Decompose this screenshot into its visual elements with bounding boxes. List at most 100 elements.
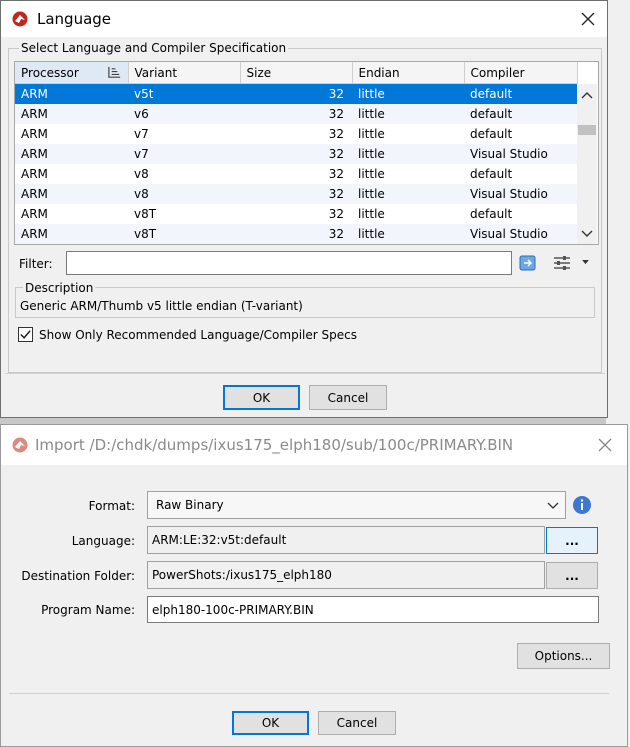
- recommended-checkbox-label[interactable]: Show Only Recommended Language/Compiler …: [39, 328, 357, 342]
- chevron-down-icon: [547, 502, 559, 509]
- description-label: Description: [23, 281, 96, 295]
- language-browse-button[interactable]: ...: [546, 527, 598, 554]
- select-language-label: Select Language and Compiler Specificati…: [19, 41, 289, 55]
- filter-label: Filter:: [19, 257, 53, 271]
- scroll-up-icon[interactable]: [581, 91, 593, 99]
- cell-variant: v8: [134, 167, 149, 181]
- language-divider: [5, 373, 605, 374]
- import-dialog: Import /D:/chdk/dumps/ixus175_elph180/su…: [0, 424, 628, 747]
- col-compiler-label: Compiler: [470, 65, 525, 80]
- cell-variant: v8T: [134, 207, 157, 221]
- import-cancel-label: Cancel: [336, 716, 378, 730]
- options-button[interactable]: Options...: [517, 643, 610, 669]
- cell-variant: v8: [128, 184, 240, 204]
- table-header: Processor Variant Size Endian Compiler: [15, 62, 578, 84]
- cell-endian: little: [358, 127, 385, 141]
- import-cancel-button[interactable]: Cancel: [318, 711, 396, 735]
- scroll-thumb[interactable]: [578, 125, 596, 135]
- table-row[interactable]: ARM v8T 32 little Visual Studio: [15, 224, 577, 244]
- language-titlebar: Language: [1, 1, 607, 37]
- col-variant-label: Variant: [134, 65, 178, 80]
- cell-endian: little: [352, 184, 464, 204]
- cell-endian: little: [358, 167, 385, 181]
- table-row[interactable]: ARM v8 32 little Visual Studio: [15, 184, 577, 204]
- import-close-icon[interactable]: [597, 437, 613, 453]
- import-divider: [9, 693, 609, 694]
- language-close-icon[interactable]: [580, 11, 596, 27]
- col-header-endian[interactable]: Endian: [352, 62, 465, 84]
- import-titlebar: Import /D:/chdk/dumps/ixus175_elph180/su…: [1, 425, 627, 465]
- format-value: Raw Binary: [156, 498, 224, 512]
- filter-input[interactable]: [66, 251, 512, 275]
- column-settings-icon[interactable]: [552, 253, 572, 273]
- cell-processor: ARM: [15, 83, 128, 104]
- col-header-compiler[interactable]: Compiler: [464, 62, 578, 84]
- language-ok-button[interactable]: OK: [223, 385, 300, 410]
- col-header-processor[interactable]: Processor: [15, 62, 129, 84]
- destination-label: Destination Folder:: [21, 569, 135, 583]
- cell-processor: ARM: [15, 224, 128, 244]
- language-label: Language:: [71, 534, 135, 548]
- language-cancel-label: Cancel: [327, 390, 369, 405]
- language-title: Language: [37, 10, 112, 28]
- table-row[interactable]: ARM v6 32 little default: [15, 104, 577, 124]
- table-scrollbar[interactable]: [577, 84, 597, 244]
- col-header-size[interactable]: Size: [240, 62, 353, 84]
- destination-browse-label: ...: [565, 568, 579, 583]
- cell-endian: little: [352, 83, 464, 104]
- cell-endian: little: [352, 104, 464, 124]
- cell-size: 32: [240, 104, 352, 124]
- cell-compiler: Visual Studio: [464, 144, 577, 164]
- destination-value: PowerShots:/ixus175_elph180: [152, 568, 332, 582]
- import-title: Import /D:/chdk/dumps/ixus175_elph180/su…: [35, 436, 514, 454]
- cell-size: 32: [240, 144, 352, 164]
- language-browse-label: ...: [565, 533, 579, 548]
- cell-size: 32: [240, 184, 352, 204]
- recommended-checkbox[interactable]: [18, 327, 33, 342]
- table-row[interactable]: ARM v5t 32 little default: [15, 83, 577, 104]
- col-endian-label: Endian: [358, 65, 400, 80]
- destination-browse-button[interactable]: ...: [546, 562, 598, 589]
- cell-compiler: default: [470, 207, 513, 221]
- cell-processor: ARM: [15, 104, 128, 124]
- import-ok-label: OK: [261, 716, 280, 730]
- table-row[interactable]: ARM v8T 32 little default: [15, 204, 577, 224]
- format-label: Format:: [88, 499, 135, 513]
- cell-endian: little: [352, 144, 464, 164]
- col-processor-label: Processor: [21, 65, 79, 80]
- cell-variant: v5t: [128, 83, 240, 104]
- cell-compiler: default: [464, 83, 577, 104]
- cell-processor: ARM: [15, 144, 128, 164]
- cell-processor: ARM: [21, 207, 48, 221]
- col-header-variant[interactable]: Variant: [128, 62, 241, 84]
- format-select[interactable]: Raw Binary: [147, 491, 566, 519]
- table-row[interactable]: ARM v7 32 little Visual Studio: [15, 144, 577, 164]
- destination-field: PowerShots:/ixus175_elph180: [147, 561, 545, 589]
- table-row[interactable]: ARM v7 32 little default: [15, 124, 577, 144]
- program-name-value: elph180-100c-PRIMARY.BIN: [152, 603, 314, 617]
- cell-compiler: Visual Studio: [464, 184, 577, 204]
- cell-processor: ARM: [15, 184, 128, 204]
- cell-variant: v7: [128, 144, 240, 164]
- cell-variant: v8T: [128, 224, 240, 244]
- import-ok-button[interactable]: OK: [232, 711, 309, 735]
- checkmark-icon: [20, 330, 31, 339]
- options-label: Options...: [534, 649, 593, 663]
- cell-size: 32: [328, 167, 344, 181]
- info-icon[interactable]: [572, 495, 592, 515]
- cell-endian: little: [358, 207, 385, 221]
- language-cancel-button[interactable]: Cancel: [309, 385, 387, 410]
- scroll-down-icon[interactable]: [581, 230, 593, 238]
- cell-processor: ARM: [21, 127, 48, 141]
- dropdown-arrow-icon[interactable]: [582, 260, 589, 265]
- filter-options-icon[interactable]: [518, 253, 538, 273]
- table-row[interactable]: ARM v8 32 little default: [15, 164, 577, 184]
- cell-compiler: Visual Studio: [464, 224, 577, 244]
- language-grid: Processor Variant Size Endian Compiler A…: [15, 62, 578, 244]
- program-name-input[interactable]: elph180-100c-PRIMARY.BIN: [147, 596, 599, 623]
- cell-compiler: default: [470, 167, 513, 181]
- language-ok-label: OK: [252, 390, 271, 405]
- ghidra-app-icon: [12, 437, 28, 453]
- cell-compiler: default: [470, 127, 513, 141]
- cell-processor: ARM: [21, 167, 48, 181]
